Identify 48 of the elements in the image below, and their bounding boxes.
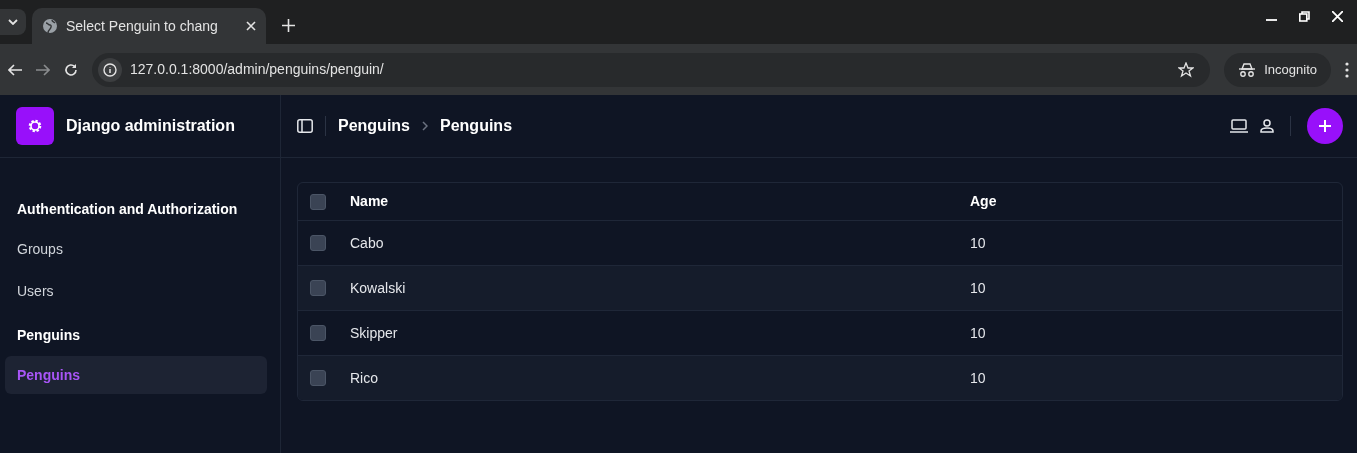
star-icon[interactable] xyxy=(1178,61,1195,78)
table-cell-text: Rico xyxy=(350,368,379,388)
user-icon[interactable] xyxy=(1260,119,1274,133)
sidebar-item[interactable]: Users xyxy=(5,272,267,310)
checkbox[interactable] xyxy=(310,280,326,296)
reload-icon[interactable] xyxy=(64,62,78,77)
sidebar-section-title: Authentication and Authorization xyxy=(16,199,239,219)
sidebar-section-title: Penguins xyxy=(16,325,81,345)
table-cell-text: Cabo xyxy=(350,233,385,253)
gear-icon xyxy=(27,118,43,134)
plus-icon xyxy=(1319,120,1331,132)
address-bar[interactable]: 127.0.0.1:8000/admin/penguins/penguin/ xyxy=(92,52,1211,87)
new-tab-icon[interactable] xyxy=(282,19,295,32)
sidebar-item[interactable]: Penguins xyxy=(5,356,267,394)
table-cell-text: Kowalski xyxy=(350,278,407,298)
chevron-down-icon xyxy=(8,19,18,25)
table-cell-text: Skipper xyxy=(350,323,399,343)
browser-tab[interactable]: Select Penguin to chang xyxy=(32,8,266,44)
checkbox[interactable] xyxy=(310,235,326,251)
sidebar-toggle-icon[interactable] xyxy=(297,119,313,133)
tab-list-button[interactable] xyxy=(0,9,26,35)
checkbox[interactable] xyxy=(310,325,326,341)
close-icon[interactable] xyxy=(246,21,256,31)
tab-title: Select Penguin to chang xyxy=(66,16,219,36)
brand-title: Django administration xyxy=(66,116,235,136)
column-header: Name xyxy=(350,192,390,211)
globe-icon xyxy=(42,18,58,34)
table-cell-text: 10 xyxy=(970,323,986,343)
add-button[interactable] xyxy=(1307,108,1343,144)
laptop-icon[interactable] xyxy=(1230,119,1248,133)
checkbox[interactable] xyxy=(310,193,326,210)
forward-icon[interactable] xyxy=(36,63,50,76)
table-cell-text: 10 xyxy=(970,368,986,388)
sidebar-item[interactable]: Groups xyxy=(5,230,267,268)
chevron-right-icon xyxy=(422,121,428,131)
breadcrumb-link[interactable]: Penguins xyxy=(440,114,513,138)
incognito-icon xyxy=(1238,62,1257,77)
url-text: 127.0.0.1:8000/admin/penguins/penguin/ xyxy=(130,60,385,79)
info-icon[interactable] xyxy=(103,62,117,77)
breadcrumb-link[interactable]: Penguins xyxy=(338,114,410,138)
restore-icon[interactable] xyxy=(1299,10,1310,22)
table-cell-text: 10 xyxy=(970,233,986,253)
table-cell-text: 10 xyxy=(970,278,986,298)
back-icon[interactable] xyxy=(8,63,22,76)
column-header: Age xyxy=(970,192,997,211)
incognito-button[interactable]: Incognito xyxy=(1224,52,1331,87)
checkbox[interactable] xyxy=(310,370,326,386)
more-icon[interactable] xyxy=(1345,61,1349,78)
